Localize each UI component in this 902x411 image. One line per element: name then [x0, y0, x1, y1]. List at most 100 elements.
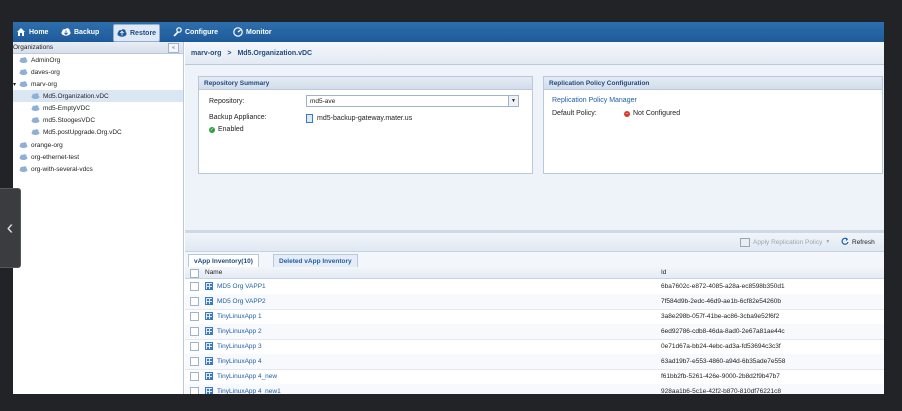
- vapp-name-cell[interactable]: TinyLinuxApp 4: [205, 357, 262, 365]
- vapp-name-cell[interactable]: TinyLinuxApp 1: [205, 312, 262, 320]
- vapp-icon: [205, 357, 213, 365]
- chevron-down-icon[interactable]: ▼: [508, 96, 518, 106]
- refresh-label: Refresh: [852, 238, 875, 246]
- home-icon: [16, 27, 26, 37]
- row-checkbox[interactable]: [190, 327, 199, 336]
- select-all-checkbox[interactable]: [190, 269, 199, 278]
- row-checkbox[interactable]: [190, 372, 199, 381]
- nav-monitor[interactable]: Monitor: [233, 24, 272, 40]
- table-row[interactable]: MD5 Org VAPP2 7f584d9b-2edc-46d9-ae1b-6cf…: [185, 294, 884, 310]
- nav-home-label: Home: [29, 28, 49, 36]
- repository-label: Repository:: [209, 98, 245, 105]
- column-id[interactable]: Id: [661, 269, 666, 276]
- vapp-name: MD5 Org VAPP1: [217, 282, 266, 290]
- nav-backup[interactable]: Backup: [61, 24, 99, 40]
- status-text: Enabled: [218, 126, 244, 133]
- vapp-id: 7f584d9b-2edc-46d9-ae1b-6cf82e54260b: [661, 298, 781, 305]
- vapp-icon: [205, 312, 213, 320]
- backup-appliance-value: md5-backup-gateway.mater.us: [306, 114, 412, 123]
- cloud-icon: [31, 105, 40, 111]
- expand-toggle-icon[interactable]: ▾: [13, 81, 16, 88]
- default-policy-text: Not Configured: [633, 110, 681, 117]
- summary-area: Repository Summary Repository: md5-ave ▼…: [185, 65, 884, 230]
- cloud-icon: [19, 81, 28, 87]
- tree-item[interactable]: AdminOrg: [13, 54, 183, 66]
- chevron-left-icon[interactable]: ‹: [0, 188, 21, 268]
- vapp-name-cell[interactable]: MD5 Org VAPP1: [205, 282, 266, 290]
- tree-item[interactable]: md5.StoogesVDC: [13, 114, 183, 126]
- nav-home[interactable]: Home: [16, 24, 48, 40]
- tree-item[interactable]: Md5.postUpgrade.Org.vDC: [13, 126, 183, 138]
- vapp-name: TinyLinuxApp 3: [217, 342, 262, 350]
- row-checkbox[interactable]: [190, 297, 199, 306]
- table-row[interactable]: TinyLinuxApp 4_new1 928aa1b6-5c1e-42f2-b8…: [185, 384, 884, 394]
- row-checkbox[interactable]: [190, 312, 199, 321]
- refresh-button[interactable]: Refresh: [841, 236, 875, 248]
- vapp-grid: Name Id MD5 Org VAPP1 6ba7602c-e872-4085-…: [185, 267, 884, 394]
- row-checkbox[interactable]: [190, 387, 199, 394]
- table-row[interactable]: TinyLinuxApp 4 63ad19b7-e553-4860-a94d-6b…: [185, 354, 884, 370]
- table-row[interactable]: MD5 Org VAPP1 6ba7602c-e872-4085-a28a-ec8…: [185, 279, 884, 295]
- tree-item-label: AdminOrg: [31, 56, 61, 64]
- vapp-id: 6ba7602c-e872-4085-a28a-ec8598b350d1: [661, 283, 785, 290]
- vapp-name: TinyLinuxApp 1: [217, 312, 262, 320]
- repository-select[interactable]: md5-ave ▼: [306, 95, 519, 107]
- row-checkbox[interactable]: [190, 342, 199, 351]
- configure-icon: [172, 27, 182, 37]
- collapse-panel-button[interactable]: «: [168, 43, 179, 53]
- tree-item-label: md5-EmptyVDC: [43, 104, 90, 112]
- tree-item-label: md5.StoogesVDC: [43, 116, 96, 124]
- row-checkbox[interactable]: [190, 282, 199, 291]
- vapp-name-cell[interactable]: TinyLinuxApp 4_new: [205, 372, 277, 380]
- vapp-icon: [205, 282, 213, 290]
- breadcrumb-org[interactable]: marv-org: [191, 50, 221, 57]
- top-nav: Home Backup Restore Configure Monitor: [13, 22, 884, 42]
- column-name[interactable]: Name: [205, 269, 222, 276]
- tree-item-label: Md5.Organization.vDC: [43, 92, 109, 100]
- nav-restore[interactable]: Restore: [113, 24, 161, 42]
- table-row[interactable]: TinyLinuxApp 1 3a8e298b-057f-41be-ac86-3c…: [185, 309, 884, 325]
- tab-deleted-vapp-inventory[interactable]: Deleted vApp Inventory: [273, 254, 358, 267]
- row-checkbox[interactable]: [190, 357, 199, 366]
- backup-appliance-label: Backup Appliance:: [209, 114, 267, 121]
- table-row[interactable]: TinyLinuxApp 4_new f61bb2fb-5261-426e-900…: [185, 369, 884, 385]
- cloud-icon: [19, 154, 28, 160]
- status-enabled: ✓ Enabled: [209, 126, 244, 133]
- tree-item-label: daves-org: [31, 68, 60, 76]
- vapp-name: TinyLinuxApp 4: [217, 357, 262, 365]
- cloud-icon: [19, 57, 28, 63]
- error-icon: –: [624, 110, 630, 117]
- tree-item[interactable]: md5-EmptyVDC: [13, 102, 183, 114]
- nav-configure[interactable]: Configure: [172, 24, 218, 40]
- tree-item[interactable]: Md5.Organization.vDC: [13, 90, 183, 102]
- replication-policy-manager-link[interactable]: Replication Policy Manager: [552, 97, 637, 104]
- tree-item[interactable]: orange-org: [13, 139, 183, 151]
- nav-restore-label: Restore: [130, 29, 157, 37]
- restore-icon: [117, 28, 127, 38]
- vapp-name-cell[interactable]: TinyLinuxApp 3: [205, 342, 262, 350]
- table-row[interactable]: TinyLinuxApp 2 6ed92786-cdb8-46da-8ad0-2e…: [185, 324, 884, 340]
- appliance-icon: [306, 114, 313, 123]
- replication-policy-panel: Replication Policy Configuration Replica…: [543, 76, 883, 174]
- tree-item-label: Md5.postUpgrade.Org.vDC: [43, 128, 122, 136]
- monitor-icon: [233, 27, 243, 37]
- vapp-name: TinyLinuxApp 4_new1: [217, 387, 281, 395]
- tree-item[interactable]: daves-org: [13, 66, 183, 78]
- vapp-icon: [205, 387, 213, 394]
- cloud-icon: [19, 142, 28, 148]
- vapp-id: f61bb2fb-5261-426e-9000-2b8d2f9b47b7: [661, 373, 780, 380]
- default-policy-label: Default Policy:: [552, 110, 597, 117]
- check-icon: ✓: [209, 126, 215, 133]
- vapp-name-cell[interactable]: MD5 Org VAPP2: [205, 297, 266, 305]
- vapp-name-cell[interactable]: TinyLinuxApp 4_new1: [205, 387, 281, 394]
- tree-item[interactable]: org-with-several-vdcs: [13, 163, 183, 175]
- apply-replication-policy-button[interactable]: Apply Replication Policy ▼: [740, 236, 830, 248]
- tree-item[interactable]: org-ethernet-test: [13, 151, 183, 163]
- tab-vapp-inventory[interactable]: vApp Inventory(10): [188, 254, 259, 268]
- tree-item-label: org-ethernet-test: [31, 153, 80, 161]
- table-row[interactable]: TinyLinuxApp 3 0e71d67a-bb24-4ebc-ad3a-fd…: [185, 339, 884, 355]
- vapp-name-cell[interactable]: TinyLinuxApp 2: [205, 327, 262, 335]
- tree-item[interactable]: ▾ marv-org: [13, 78, 183, 90]
- cloud-icon: [19, 69, 28, 75]
- nav-configure-label: Configure: [185, 28, 219, 36]
